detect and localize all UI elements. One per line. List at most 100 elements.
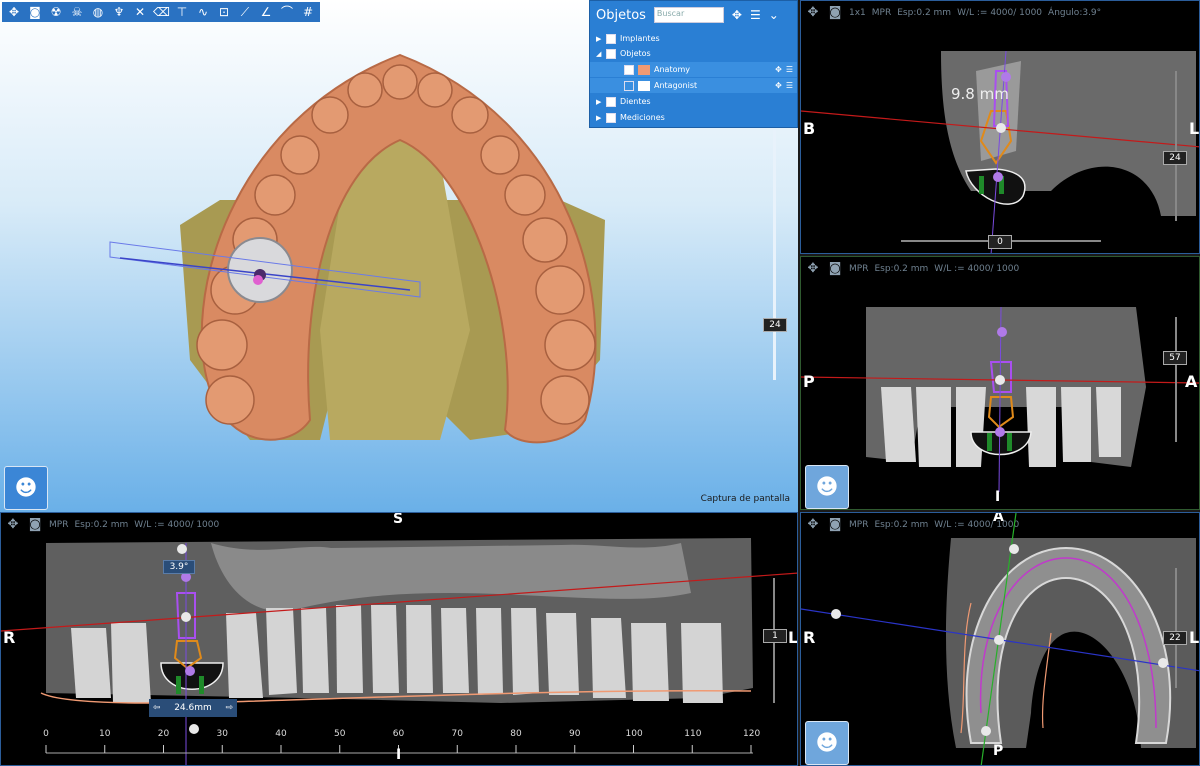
ruler-tick-label: 50 — [334, 729, 346, 739]
handle[interactable] — [1009, 544, 1019, 554]
move-icon[interactable]: ✥ — [6, 4, 22, 20]
axial-image[interactable] — [801, 513, 1200, 766]
implant-icon[interactable]: ⊤ — [174, 4, 190, 20]
slice-value[interactable]: 24 — [1163, 151, 1187, 165]
list-icon[interactable]: ☰ — [786, 81, 793, 90]
objects-search-input[interactable]: Buscar — [653, 7, 724, 23]
angle-value[interactable]: 3.9° — [163, 560, 195, 574]
color-swatch[interactable] — [638, 80, 650, 91]
3d-view-panel[interactable]: ✥ ◙ ☢ ☠ ◍ ♆ ✕ ⌫ ⊤ ∿ ⊡ ⟋ ∠ ⌒ # Objetos Bu… — [0, 0, 798, 512]
camera-icon[interactable]: ◙ — [27, 4, 43, 20]
handle[interactable] — [177, 544, 187, 554]
checkbox[interactable] — [624, 64, 634, 75]
implant-point-3d[interactable] — [253, 275, 263, 285]
handle[interactable] — [993, 172, 1003, 182]
measure-icon[interactable]: ⟋ — [237, 4, 253, 20]
position-value[interactable]: 0 — [988, 235, 1012, 249]
slice-slider-track[interactable] — [773, 130, 776, 380]
axial-view-panel[interactable]: ✥ ◙ MPR Esp:0.2 mm W/L := 4000/ 1000 R L… — [800, 512, 1200, 766]
eraser-icon[interactable]: ⌫ — [153, 4, 170, 20]
ruler-tick-label: 30 — [216, 729, 228, 739]
skull-icon[interactable]: ☠ — [69, 4, 85, 20]
head-orientation-button[interactable]: ☻ — [805, 721, 849, 765]
ruler-tick-label: 40 — [275, 729, 287, 739]
angle-icon[interactable]: ∠ — [258, 4, 274, 20]
list-icon[interactable]: ☰ — [786, 65, 793, 74]
objects-row-objetos[interactable]: ◢ Objetos — [590, 46, 797, 61]
handle[interactable] — [996, 123, 1006, 133]
slice-value[interactable]: 1 — [763, 629, 787, 643]
handle[interactable] — [997, 327, 1007, 337]
checkbox[interactable] — [606, 96, 616, 107]
handle[interactable] — [1001, 72, 1011, 82]
implant-marker — [199, 676, 204, 694]
width-control[interactable]: ⇦ 24.6mm ⇨ — [149, 699, 237, 717]
objects-panel: Objetos Buscar ✥ ☰ ⌄ ▶ Implantes ◢ Objet… — [589, 0, 798, 128]
orientation-bottom: S — [993, 253, 1003, 254]
sagittal-image[interactable] — [801, 257, 1200, 510]
orientation-left: P — [803, 372, 815, 391]
head-orientation-button[interactable]: ☻ — [4, 466, 48, 510]
cross-section-image[interactable] — [801, 1, 1200, 254]
implant-marker — [176, 676, 181, 694]
handle[interactable] — [995, 427, 1005, 437]
orientation-right: L — [788, 628, 798, 647]
objects-title: Objetos — [596, 7, 646, 23]
tooth-icon[interactable]: ♆ — [111, 4, 127, 20]
slice-value[interactable]: 57 — [1163, 351, 1187, 365]
radiation-icon[interactable]: ☢ — [48, 4, 64, 20]
crop-icon[interactable]: ⊡ — [216, 4, 232, 20]
objects-row-implantes[interactable]: ▶ Implantes — [590, 31, 797, 46]
cross-section-view-panel[interactable]: ✥ ◙ 1x1 MPR Esp:0.2 mm W/L := 4000/ 1000… — [800, 0, 1200, 254]
row-label: Dientes — [620, 97, 651, 106]
chevron-down-icon[interactable]: ⌄ — [769, 8, 779, 22]
expand-icon[interactable]: ▶ — [596, 98, 602, 106]
nerve-icon[interactable]: ∿ — [195, 4, 211, 20]
ruler-tick-label: 110 — [684, 729, 702, 739]
objects-row-anatomy[interactable]: Anatomy ✥ ☰ — [590, 62, 797, 77]
handle[interactable] — [995, 375, 1005, 385]
arrow-left-icon[interactable]: ⇦ — [149, 703, 165, 713]
checkbox[interactable] — [606, 48, 616, 59]
handle[interactable] — [994, 635, 1004, 645]
slice-value[interactable]: 22 — [1163, 631, 1187, 645]
implant-marker — [987, 433, 992, 451]
handle[interactable] — [981, 726, 991, 736]
handle[interactable] — [1158, 658, 1168, 668]
head-orientation-button[interactable]: ☻ — [805, 465, 849, 509]
checkbox[interactable] — [606, 112, 616, 123]
orientation-left: R — [3, 628, 16, 647]
handle[interactable] — [831, 609, 841, 619]
head-icon: ☻ — [815, 474, 839, 500]
objects-row-antagonist[interactable]: Antagonist ✥ ☰ — [590, 78, 797, 93]
expand-icon[interactable]: ▶ — [596, 35, 602, 43]
expand-icon[interactable]: ▶ — [596, 114, 602, 122]
panoramic-view-panel[interactable]: ✥ ◙ MPR Esp:0.2 mm W/L := 4000/ 1000 3.9… — [0, 512, 798, 766]
checkbox[interactable] — [606, 33, 616, 44]
color-swatch[interactable] — [638, 64, 650, 75]
objects-row-mediciones[interactable]: ▶ Mediciones — [590, 110, 797, 125]
close-icon[interactable]: ✕ — [132, 4, 148, 20]
arrow-right-icon[interactable]: ⇨ — [221, 703, 237, 713]
sagittal-view-panel[interactable]: ✥ ◙ MPR Esp:0.2 mm W/L := 4000/ 1000 P A… — [800, 256, 1200, 510]
handle[interactable] — [189, 724, 199, 734]
curve-icon[interactable]: ⌒ — [279, 4, 295, 20]
move-icon[interactable]: ✥ — [775, 65, 782, 74]
move-icon[interactable]: ✥ — [775, 81, 782, 90]
objects-row-dientes[interactable]: ▶ Dientes — [590, 94, 797, 109]
move-icon[interactable]: ✥ — [732, 8, 742, 22]
width-value[interactable]: 24.6mm — [174, 703, 212, 713]
handle[interactable] — [185, 666, 195, 676]
screenshot-link[interactable]: Captura de pantalla — [701, 494, 790, 504]
list-icon[interactable]: ☰ — [750, 8, 761, 22]
handle[interactable] — [181, 612, 191, 622]
implant-marker — [1007, 433, 1012, 451]
globe-icon[interactable]: ◍ — [90, 4, 106, 20]
orientation-bottom: P — [993, 743, 1004, 759]
grid-icon[interactable]: # — [300, 4, 316, 20]
collapse-icon[interactable]: ◢ — [596, 50, 602, 58]
orientation-left: R — [803, 628, 816, 647]
measurement-label[interactable]: 9.8 mm — [951, 85, 1009, 103]
slice-slider-value[interactable]: 24 — [763, 318, 787, 332]
checkbox[interactable] — [624, 80, 634, 91]
